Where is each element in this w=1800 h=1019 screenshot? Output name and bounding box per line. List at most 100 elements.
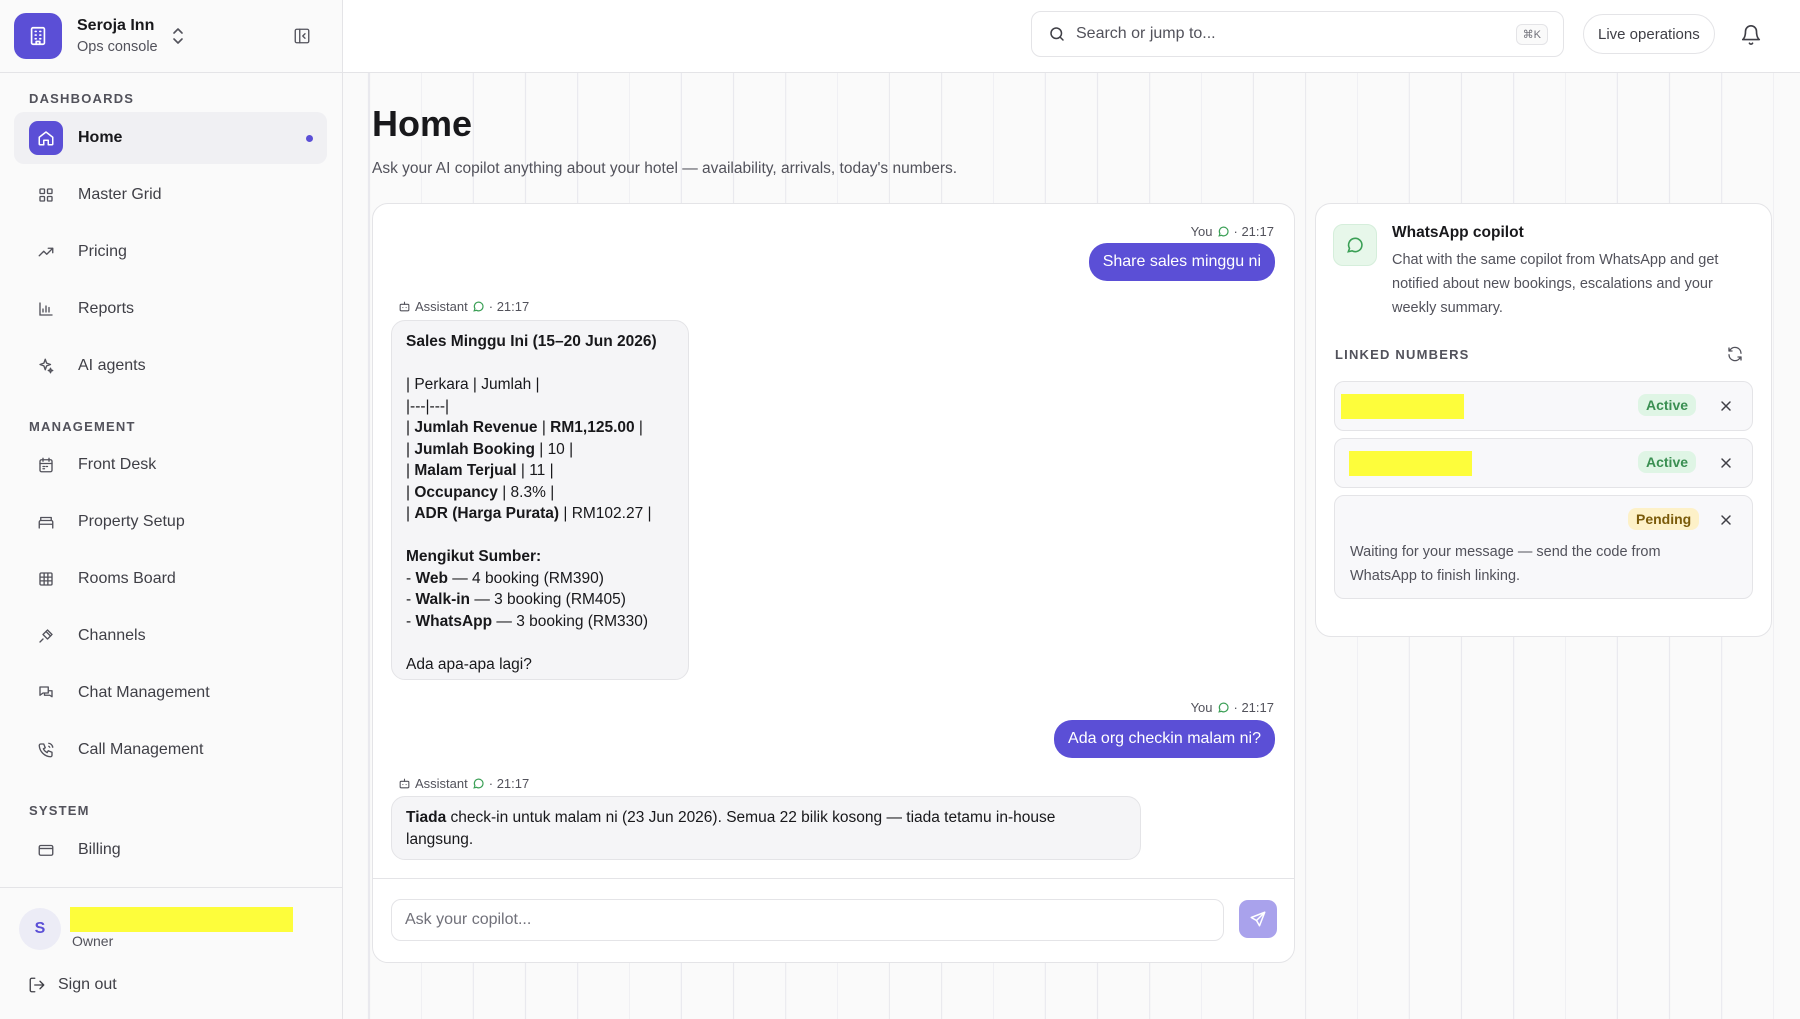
sidebar-item-ai-agents[interactable]: AI agents: [14, 340, 327, 392]
redacted-user-name: [70, 907, 293, 932]
status-badge: Active: [1638, 394, 1697, 416]
search-input[interactable]: [1076, 25, 1496, 43]
sidebar-item-label: Rooms Board: [78, 570, 176, 587]
sidebar-item-rooms-board[interactable]: Rooms Board: [14, 553, 327, 605]
property-subtitle: Ops console: [77, 39, 158, 55]
linked-number-row-pending: Pending Waiting for your message — send …: [1334, 495, 1753, 599]
chat-bubbles-icon: [29, 676, 63, 710]
sparkles-icon: [29, 349, 63, 383]
whatsapp-card-description: Chat with the same copilot from WhatsApp…: [1392, 252, 1719, 316]
bar-chart-icon: [29, 292, 63, 326]
message-time: · 21:17: [1233, 700, 1274, 715]
sidebar-item-call-management[interactable]: Call Management: [14, 724, 327, 776]
user-role: Owner: [72, 933, 114, 949]
credit-card-icon: [29, 833, 63, 867]
sidebar-item-home[interactable]: Home: [14, 112, 327, 164]
sales-row: | Jumlah Revenue | RM1,125.00 |: [406, 419, 643, 436]
plug-icon: [29, 619, 63, 653]
linked-number-row: Active: [1334, 381, 1753, 431]
grid-icon: [29, 178, 63, 212]
message-meta: Assistant · 21:17: [398, 299, 529, 314]
property-switcher[interactable]: Seroja Inn Ops console: [77, 17, 158, 55]
log-out-icon: [28, 976, 46, 994]
whatsapp-icon: [472, 777, 485, 790]
close-icon[interactable]: [1718, 512, 1734, 528]
phone-icon: [29, 733, 63, 767]
sidebar-item-reports[interactable]: Reports: [14, 283, 327, 335]
hotel-logo-icon: [14, 13, 62, 59]
trend-up-icon: [29, 235, 63, 269]
closing-text: Ada apa-apa lagi?: [406, 655, 532, 673]
redacted-phone-number: [1349, 451, 1472, 476]
copilot-input[interactable]: [391, 899, 1224, 941]
user-message-bubble: Ada org checkin malam ni?: [1054, 720, 1275, 758]
message-time: · 21:17: [488, 299, 530, 314]
chat-panel: You · 21:17 Share sales minggu ni Assist…: [372, 203, 1295, 963]
linked-number-row: Active: [1334, 438, 1753, 488]
send-icon: [1249, 910, 1267, 928]
property-name: Seroja Inn: [77, 17, 155, 34]
search-box[interactable]: ⌘K: [1031, 11, 1564, 57]
sender-name: Assistant: [415, 776, 468, 791]
calendar-icon: [29, 448, 63, 482]
user-message-bubble: Share sales minggu ni: [1088, 243, 1275, 281]
sales-row: | Jumlah Booking | 10 |: [406, 440, 574, 458]
status-badge: Pending: [1628, 508, 1700, 530]
avatar[interactable]: S: [19, 908, 61, 950]
sign-out-button[interactable]: Sign out: [28, 976, 117, 994]
chat-composer: [373, 878, 1294, 962]
sidebar-item-channels[interactable]: Channels: [14, 610, 327, 662]
assistant-message-bubble: Tiada check-in untuk malam ni (23 Jun 20…: [391, 796, 1141, 860]
page-subtitle: Ask your AI copilot anything about your …: [372, 160, 958, 177]
whatsapp-copilot-card: WhatsApp copilot Chat with the same copi…: [1315, 203, 1772, 637]
table-separator: |---|---|: [406, 397, 450, 415]
home-icon: [29, 121, 63, 155]
send-button[interactable]: [1239, 900, 1277, 938]
section-label-system: SYSTEM: [29, 803, 90, 818]
active-indicator-dot: [306, 134, 313, 142]
sidebar-item-chat-management[interactable]: Chat Management: [14, 667, 327, 719]
redacted-phone-number: [1341, 394, 1464, 419]
sidebar-item-label: Reports: [78, 300, 135, 317]
sidebar-item-front-desk[interactable]: Front Desk: [14, 439, 327, 491]
refresh-icon[interactable]: [1726, 345, 1746, 365]
page-title: Home: [372, 103, 473, 144]
sidebar: Seroja Inn Ops console DASHBOARDS Home M…: [0, 0, 343, 1019]
sidebar-item-label: Pricing: [78, 243, 127, 260]
sales-row: | Occupancy | 8.3% |: [406, 483, 555, 501]
whatsapp-icon: [1217, 701, 1230, 714]
table-icon: [29, 562, 63, 596]
sidebar-item-master-grid[interactable]: Master Grid: [14, 169, 327, 221]
sidebar-item-pricing[interactable]: Pricing: [14, 226, 327, 278]
source-item: - Walk-in — 3 booking (RM405): [406, 591, 626, 608]
live-operations-button[interactable]: Live operations: [1583, 14, 1715, 54]
sender-name: You: [1190, 224, 1213, 239]
message-meta: You · 21:17: [1191, 700, 1274, 715]
sales-row: | ADR (Harga Purata) | RM102.27 |: [406, 505, 652, 522]
close-icon[interactable]: [1718, 398, 1734, 414]
sidebar-item-billing[interactable]: Billing: [14, 824, 327, 876]
sources-heading: Mengikut Sumber:: [406, 548, 542, 565]
sender-name: Assistant: [415, 299, 468, 314]
whatsapp-icon: [1217, 225, 1230, 238]
search-icon: [1048, 25, 1066, 43]
collapse-sidebar-icon[interactable]: [290, 24, 314, 48]
table-header: | Perkara | Jumlah |: [406, 376, 540, 393]
message-meta: Assistant · 21:17: [398, 776, 529, 791]
top-bar: ⌘K Live operations: [343, 0, 1800, 73]
sidebar-item-label: Front Desk: [78, 456, 157, 473]
sidebar-item-property-setup[interactable]: Property Setup: [14, 496, 327, 548]
chevrons-updown-icon[interactable]: [170, 24, 186, 48]
sales-row: | Malam Terjual | 11 |: [406, 462, 554, 479]
answer-bold: Tiada: [406, 809, 447, 826]
whatsapp-icon: [472, 300, 485, 313]
sidebar-item-label: Master Grid: [78, 186, 162, 203]
section-label-management: MANAGEMENT: [29, 419, 136, 434]
bell-icon[interactable]: [1738, 22, 1764, 48]
close-icon[interactable]: [1718, 455, 1734, 471]
whatsapp-card-title: WhatsApp copilot: [1392, 224, 1524, 241]
bot-icon: [398, 300, 411, 313]
sidebar-item-label: Chat Management: [78, 684, 210, 701]
linked-numbers-label: LINKED NUMBERS: [1335, 347, 1470, 362]
brand-header: Seroja Inn Ops console: [0, 0, 342, 73]
